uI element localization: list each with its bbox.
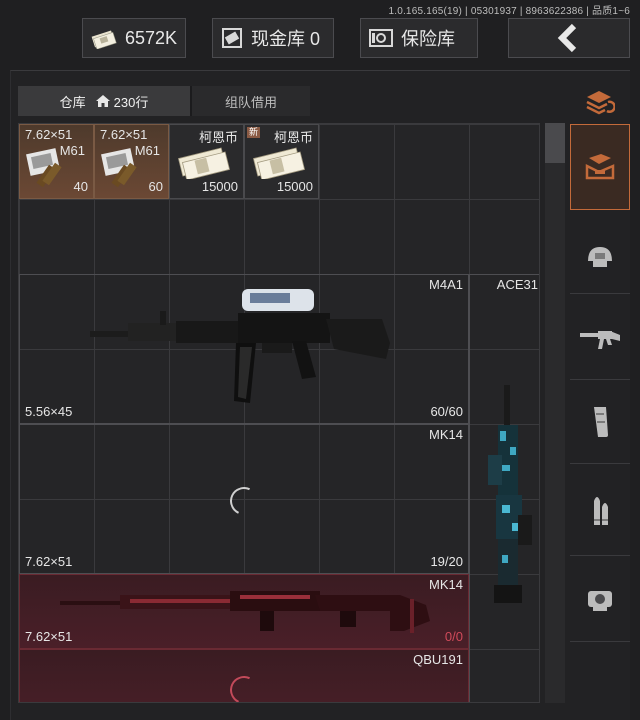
helmet-icon — [588, 246, 612, 267]
safe-icon — [369, 29, 393, 47]
cash-name: 柯恩币 — [273, 130, 313, 145]
new-badge: 新 — [247, 127, 261, 138]
weapon-ammo: 19/20 — [430, 554, 463, 569]
weapon-caliber: 5.56×45 — [25, 404, 73, 419]
m4a1-rifle-icon — [90, 289, 390, 403]
money-icon — [91, 30, 117, 49]
cash-slot-2[interactable]: 新 柯恩币 15000 — [244, 124, 319, 199]
tab-warehouse-count: 230行 — [113, 94, 149, 110]
tab-team-borrow-label: 组队借用 — [224, 94, 277, 110]
cash-vault-label: 现金库 0 — [251, 29, 321, 49]
cash-stack-icon — [252, 147, 306, 179]
tab-team-borrow[interactable]: 组队借用 — [192, 86, 310, 116]
weapon-slot-ace31[interactable]: ACE31 — [469, 274, 539, 702]
weapon-name: ACE31 — [496, 277, 538, 292]
bullets-icon — [594, 496, 608, 525]
tab-warehouse-label: 仓库 — [59, 94, 86, 110]
cash-vault-button[interactable]: 现金库 0 — [212, 18, 334, 58]
inventory-scrollbar[interactable] — [545, 123, 565, 703]
category-all[interactable] — [570, 124, 630, 210]
category-attachments[interactable] — [570, 556, 630, 642]
loading-spinner-icon — [226, 483, 262, 519]
home-icon — [95, 95, 110, 107]
safe-button[interactable]: 保险库 — [360, 18, 478, 58]
cash-slot-1[interactable]: 柯恩币 15000 — [169, 124, 244, 199]
storage-tabs: 仓库 230行 组队借用 — [18, 86, 310, 116]
weapon-name: M4A1 — [429, 277, 463, 292]
ammo-count: 40 — [73, 179, 88, 194]
category-sidebar — [570, 80, 630, 720]
safe-label: 保险库 — [401, 29, 455, 49]
money-display: 6572K — [82, 18, 186, 58]
cash-name: 柯恩币 — [198, 130, 238, 145]
cash-count: 15000 — [201, 179, 238, 194]
ammo-caliber: 7.62×51 — [100, 127, 148, 142]
scope-icon — [588, 590, 612, 611]
ammo-box-icon — [101, 148, 137, 187]
version-info: 1.0.165.165(19) | 05301937 | 8963622386 … — [388, 6, 630, 17]
category-refresh[interactable] — [570, 80, 630, 124]
category-armor[interactable] — [570, 220, 630, 294]
weapon-name: MK14 — [429, 427, 463, 442]
tray-icon — [585, 154, 615, 180]
weapon-caliber: 7.62×51 — [25, 554, 73, 569]
ammo-box-icon — [26, 148, 62, 187]
weapon-ammo: 0/0 — [444, 629, 463, 644]
ammo-slot-m61-60[interactable]: 7.62×51 M61 60 — [94, 124, 169, 199]
rifle-icon — [580, 330, 620, 349]
back-button[interactable] — [508, 18, 630, 58]
weapon-ammo: 60/60 — [430, 404, 463, 419]
layers-icon — [586, 91, 615, 115]
ammo-count: 60 — [148, 179, 163, 194]
weapon-slot-mk14-a[interactable]: MK14 7.62×51 19/20 — [19, 424, 469, 574]
weapon-slot-mk14-b[interactable]: MK14 7.62×51 0/0 — [19, 574, 469, 649]
magazine-icon — [594, 406, 608, 437]
back-arrow-icon — [557, 23, 577, 53]
tab-warehouse[interactable]: 仓库 230行 — [18, 86, 190, 116]
ace31-rifle-icon — [488, 385, 532, 603]
loading-spinner-icon — [226, 672, 262, 702]
category-weapons[interactable] — [570, 294, 630, 380]
ammo-caliber: 7.62×51 — [25, 127, 73, 142]
scroll-thumb[interactable] — [545, 123, 565, 163]
ammo-slot-m61-40[interactable]: 7.62×51 M61 40 — [19, 124, 94, 199]
inventory-grid: 7.62×51 M61 40 7.62×51 M61 60 柯恩币 15000 — [18, 123, 540, 703]
category-ammo[interactable] — [570, 464, 630, 556]
money-amount: 6572K — [124, 27, 177, 48]
weapon-slot-qbu191[interactable]: QBU191 — [19, 649, 469, 702]
weapon-slot-m4a1[interactable]: M4A1 5.56×45 60/60 — [19, 274, 469, 424]
cash-count: 15000 — [276, 179, 313, 194]
cash-vault-icon — [222, 28, 242, 48]
cash-stack-icon — [177, 147, 231, 179]
weapon-name: QBU191 — [413, 652, 463, 667]
weapon-caliber: 7.62×51 — [25, 629, 73, 644]
category-magazines[interactable] — [570, 380, 630, 464]
mk14-rifle-icon — [60, 591, 430, 633]
